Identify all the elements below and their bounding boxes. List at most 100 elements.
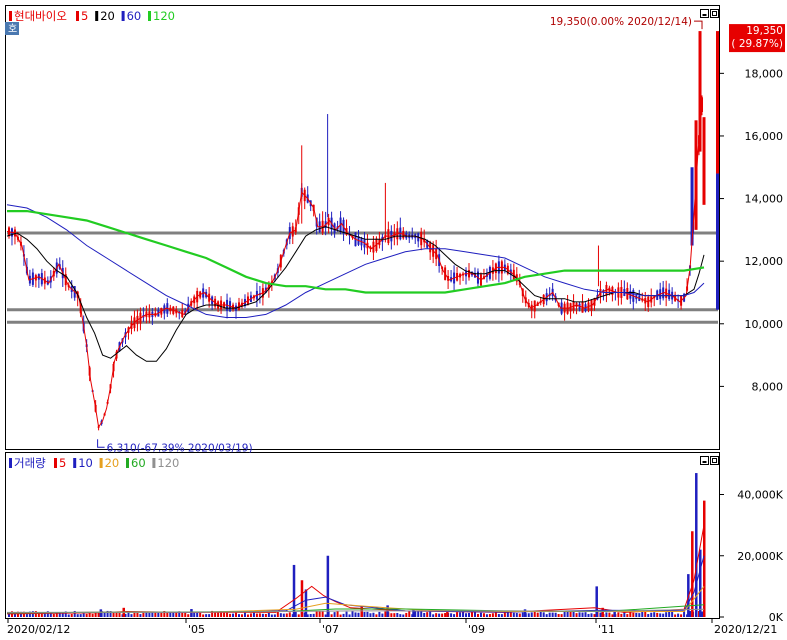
volume-bar xyxy=(623,612,626,617)
volume-bar xyxy=(617,612,620,617)
maximize-icon[interactable] xyxy=(710,456,719,465)
legend-swatch xyxy=(152,458,156,468)
volume-bar xyxy=(261,613,264,617)
volume-bar xyxy=(136,612,139,617)
volume-bar xyxy=(575,613,578,617)
low-annotation: 6,310(-67.39% 2020/03/19) xyxy=(107,442,253,454)
y-tick-label: 10,000 xyxy=(745,318,784,331)
legend-swatch xyxy=(126,458,129,468)
price-tag-change: ( 29.87%) xyxy=(731,38,783,50)
legend-label: 5 xyxy=(81,9,88,23)
volume-bar xyxy=(587,613,590,617)
volume-bar xyxy=(205,614,208,617)
volume-bar xyxy=(450,613,453,617)
last-price-bar xyxy=(716,31,719,174)
volume-spike-bar xyxy=(595,586,598,617)
volume-bar xyxy=(232,613,235,617)
legend-swatch xyxy=(99,458,103,468)
volume-bar xyxy=(70,614,73,617)
volume-bar xyxy=(593,614,596,617)
volume-bar xyxy=(363,611,366,617)
volume-bar xyxy=(581,612,584,617)
y-tick-label: 12,000 xyxy=(745,255,784,268)
volume-bar xyxy=(369,613,372,617)
volume-bar xyxy=(644,611,647,617)
legend-label: 20 xyxy=(100,9,115,23)
maximize-icon[interactable] xyxy=(710,9,719,18)
volume-bar xyxy=(417,611,420,617)
volume-bar xyxy=(536,612,539,617)
volume-bar xyxy=(530,612,533,617)
volume-bar xyxy=(429,611,432,617)
volume-bar xyxy=(202,614,205,617)
volume-bar xyxy=(542,612,545,617)
volume-bar xyxy=(264,613,267,617)
volume-bar xyxy=(229,613,232,617)
volume-bar xyxy=(620,613,623,617)
legend-swatch xyxy=(148,11,151,21)
volume-bar xyxy=(647,614,650,617)
legend-swatch xyxy=(76,11,79,21)
volume-bar xyxy=(351,611,354,617)
volume-bar xyxy=(258,613,261,617)
legend-swatch xyxy=(54,458,57,468)
volume-bar xyxy=(557,614,560,617)
volume-bar xyxy=(396,612,399,617)
volume-bar xyxy=(426,612,429,617)
last-price-bar xyxy=(716,173,719,310)
volume-bar xyxy=(246,614,249,617)
volume-bar xyxy=(635,613,638,617)
volume-bar xyxy=(357,612,360,617)
y-tick-label: 16,000 xyxy=(745,130,784,143)
volume-bar xyxy=(378,611,381,617)
volume-spike-bar xyxy=(691,531,694,617)
volume-bar xyxy=(662,613,665,617)
volume-bar xyxy=(324,614,327,617)
minimize-icon[interactable] xyxy=(700,9,709,18)
volume-y-tick-label: 20,000K xyxy=(737,550,783,563)
volume-panel-frame xyxy=(5,452,720,619)
volume-bar xyxy=(214,612,217,617)
volume-bar xyxy=(608,612,611,617)
volume-bar xyxy=(118,612,121,617)
volume-y-tick-label: 40,000K xyxy=(737,489,783,502)
volume-bar xyxy=(485,614,488,617)
volume-bar xyxy=(435,613,438,617)
minimize-icon[interactable] xyxy=(700,456,709,465)
volume-bar xyxy=(611,614,614,617)
volume-bar xyxy=(491,613,494,617)
volume-bar xyxy=(315,611,318,617)
volume-bar xyxy=(441,613,444,617)
volume-bar xyxy=(85,613,88,617)
volume-bar xyxy=(476,613,479,617)
volume-bar xyxy=(285,613,288,617)
volume-bar xyxy=(273,614,276,617)
legend-swatch xyxy=(95,11,99,21)
x-tick-label: '07 xyxy=(322,623,339,636)
volume-bar xyxy=(479,612,482,617)
volume-bar xyxy=(671,611,674,617)
high-annotation: 19,350(0.00% 2020/12/14) xyxy=(550,16,692,28)
x-tick-label: '11 xyxy=(598,623,615,636)
volume-bar xyxy=(393,613,396,617)
volume-bar xyxy=(653,612,656,617)
volume-bar xyxy=(459,612,462,617)
volume-bar xyxy=(494,612,497,617)
volume-bar xyxy=(187,614,190,617)
volume-bar xyxy=(515,613,518,617)
volume-bar xyxy=(91,613,94,617)
volume-bar xyxy=(626,614,629,617)
volume-bar xyxy=(488,613,491,617)
volume-bar xyxy=(333,612,336,617)
volume-spike-bar xyxy=(190,609,193,617)
volume-spike-bar xyxy=(99,609,103,617)
volume-bar xyxy=(67,614,70,617)
volume-spike-bar xyxy=(304,589,308,617)
volume-bar xyxy=(420,611,423,617)
volume-bar xyxy=(432,614,435,617)
volume-bar xyxy=(61,613,64,617)
volume-bar xyxy=(465,613,468,617)
volume-bar xyxy=(318,610,321,617)
volume-bar xyxy=(638,613,641,617)
volume-bar xyxy=(482,613,485,617)
